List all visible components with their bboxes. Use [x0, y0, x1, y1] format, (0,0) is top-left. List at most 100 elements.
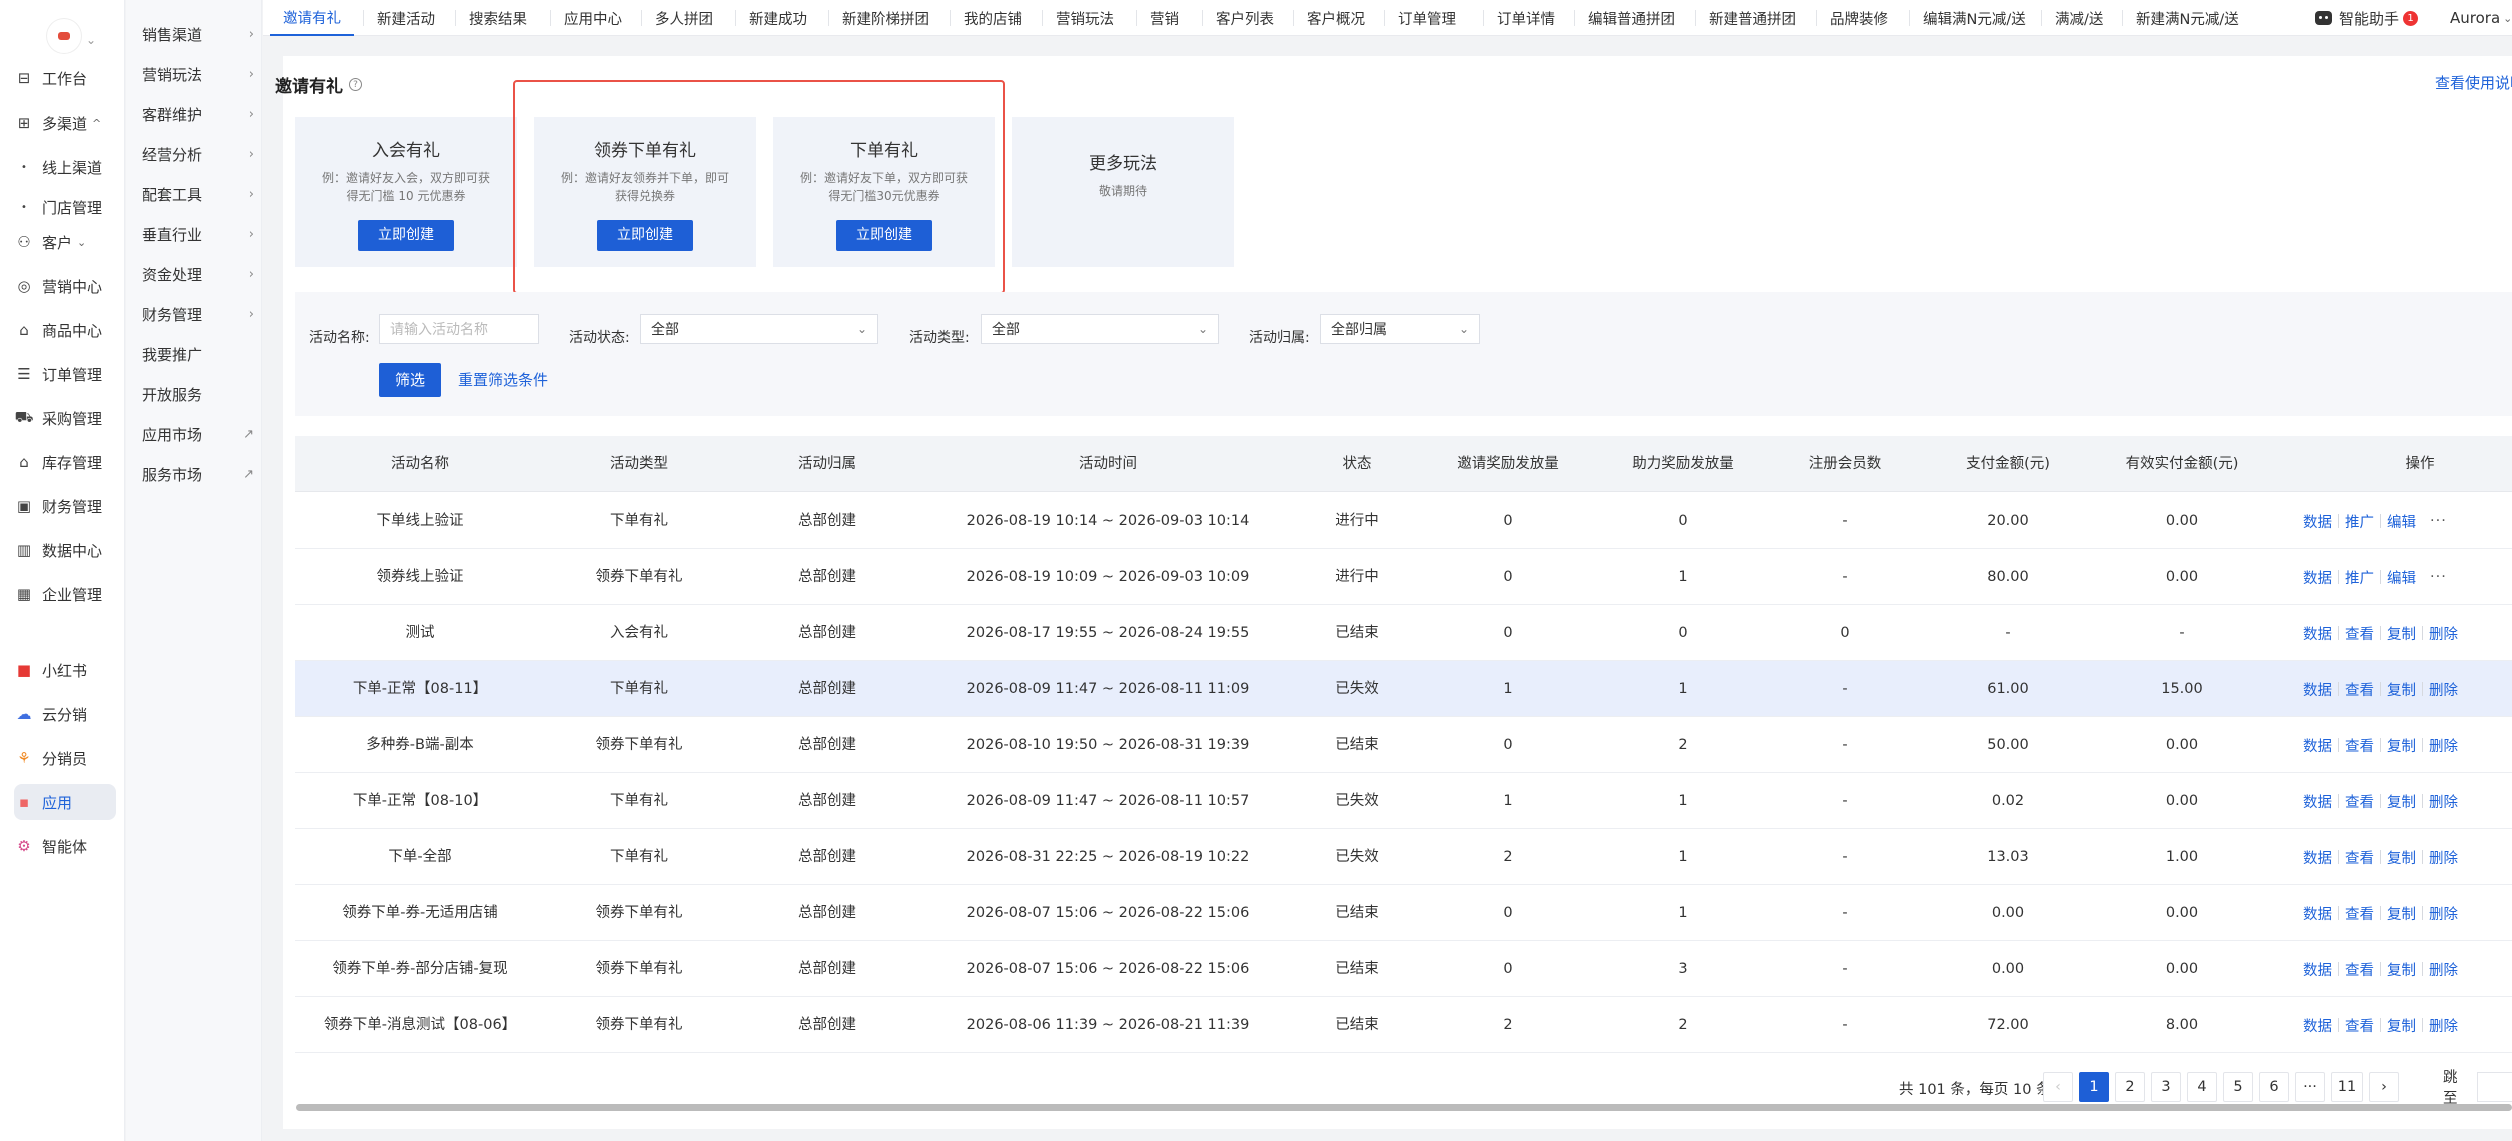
- sidebar-item-12[interactable]: ▦ 企业管理: [14, 576, 116, 612]
- action-3[interactable]: 删除: [2429, 735, 2458, 756]
- subnav-item-10[interactable]: 应用市场 ↗: [142, 416, 254, 452]
- assistant-button[interactable]: 智能助手 1: [2315, 0, 2419, 36]
- action-3[interactable]: 删除: [2429, 847, 2458, 868]
- action-3[interactable]: 删除: [2429, 679, 2458, 700]
- more-actions-icon[interactable]: ···: [2430, 569, 2447, 585]
- action-1[interactable]: 查看: [2345, 959, 2374, 980]
- action-2[interactable]: 复制: [2387, 679, 2416, 700]
- sidebar-item-15[interactable]: ⚘ 分销员: [14, 740, 116, 776]
- tab-3[interactable]: 应用中心: [551, 0, 635, 36]
- subnav-item-8[interactable]: 我要推广: [142, 336, 254, 372]
- subnav-item-2[interactable]: 客群维护 ›: [142, 96, 254, 132]
- action-2[interactable]: 编辑: [2387, 567, 2416, 588]
- action-0[interactable]: 数据: [2303, 623, 2332, 644]
- tab-1[interactable]: 新建活动: [364, 0, 448, 36]
- sidebar-item-9[interactable]: ⌂ 库存管理: [14, 444, 116, 480]
- jump-page-input[interactable]: [2476, 1072, 2512, 1102]
- page-button-1[interactable]: 1: [2079, 1072, 2109, 1102]
- page-button-6[interactable]: 6: [2259, 1072, 2289, 1102]
- action-0[interactable]: 数据: [2303, 511, 2332, 532]
- tab-18[interactable]: 满减/送: [2042, 0, 2116, 36]
- sidebar-item-7[interactable]: ☰ 订单管理: [14, 356, 116, 392]
- action-3[interactable]: 删除: [2429, 623, 2458, 644]
- action-1[interactable]: 查看: [2345, 847, 2374, 868]
- subnav-item-6[interactable]: 资金处理 ›: [142, 256, 254, 292]
- tab-19[interactable]: 新建满N元减/送: [2123, 0, 2252, 36]
- subnav-item-4[interactable]: 配套工具 ›: [142, 176, 254, 212]
- next-page-button[interactable]: ›: [2369, 1072, 2399, 1102]
- action-0[interactable]: 数据: [2303, 567, 2332, 588]
- action-1[interactable]: 查看: [2345, 735, 2374, 756]
- subnav-item-7[interactable]: 财务管理 ›: [142, 296, 254, 332]
- sidebar-item-1[interactable]: ⊞ 多渠道 ^: [14, 105, 116, 141]
- tab-2[interactable]: 搜索结果: [456, 0, 540, 36]
- action-2[interactable]: 复制: [2387, 959, 2416, 980]
- action-3[interactable]: 删除: [2429, 959, 2458, 980]
- tab-0[interactable]: 邀请有礼: [270, 0, 354, 36]
- action-2[interactable]: 复制: [2387, 1015, 2416, 1036]
- action-3[interactable]: 删除: [2429, 1015, 2458, 1036]
- page-button-4[interactable]: 4: [2187, 1072, 2217, 1102]
- tab-16[interactable]: 品牌装修: [1817, 0, 1901, 36]
- tab-5[interactable]: 新建成功: [736, 0, 820, 36]
- action-1[interactable]: 推广: [2345, 567, 2374, 588]
- tab-6[interactable]: 新建阶梯拼团: [829, 0, 942, 36]
- action-0[interactable]: 数据: [2303, 959, 2332, 980]
- action-1[interactable]: 查看: [2345, 1015, 2374, 1036]
- action-2[interactable]: 复制: [2387, 903, 2416, 924]
- tab-10[interactable]: 客户列表: [1203, 0, 1287, 36]
- sidebar-item-2[interactable]: • 线上渠道: [14, 149, 116, 185]
- subnav-item-5[interactable]: 垂直行业 ›: [142, 216, 254, 252]
- action-3[interactable]: 删除: [2429, 791, 2458, 812]
- horizontal-scrollbar[interactable]: [296, 1104, 2512, 1111]
- sidebar-item-3[interactable]: • 门店管理: [14, 189, 116, 225]
- action-0[interactable]: 数据: [2303, 735, 2332, 756]
- action-2[interactable]: 复制: [2387, 847, 2416, 868]
- sidebar-item-5[interactable]: ◎ 营销中心: [14, 268, 116, 304]
- subnav-item-9[interactable]: 开放服务: [142, 376, 254, 412]
- filter-button[interactable]: 筛选: [379, 363, 441, 397]
- tab-17[interactable]: 编辑满N元减/送: [1910, 0, 2039, 36]
- sidebar-item-17[interactable]: ⚙ 智能体: [14, 828, 116, 864]
- status-select[interactable]: 全部 ⌄: [640, 314, 878, 344]
- help-icon[interactable]: ?: [349, 78, 362, 91]
- tab-13[interactable]: 订单详情: [1484, 0, 1568, 36]
- action-0[interactable]: 数据: [2303, 1015, 2332, 1036]
- owner-select[interactable]: 全部归属 ⌄: [1320, 314, 1480, 344]
- subnav-item-11[interactable]: 服务市场 ↗: [142, 456, 254, 492]
- reset-filters-link[interactable]: 重置筛选条件: [458, 369, 548, 390]
- action-3[interactable]: 删除: [2429, 903, 2458, 924]
- action-1[interactable]: 查看: [2345, 623, 2374, 644]
- pagination-ellipsis[interactable]: ···: [2295, 1072, 2325, 1102]
- page-button-3[interactable]: 3: [2151, 1072, 2181, 1102]
- tab-4[interactable]: 多人拼团: [642, 0, 726, 36]
- tab-7[interactable]: 我的店铺: [951, 0, 1035, 36]
- type-select[interactable]: 全部 ⌄: [981, 314, 1219, 344]
- prev-page-button[interactable]: ‹: [2043, 1072, 2073, 1102]
- usage-guide-link[interactable]: 查看使用说明: [2435, 72, 2512, 93]
- tab-15[interactable]: 新建普通拼团: [1696, 0, 1809, 36]
- action-0[interactable]: 数据: [2303, 791, 2332, 812]
- more-actions-icon[interactable]: ···: [2430, 513, 2447, 529]
- user-menu[interactable]: Aurora ⌄: [2450, 0, 2512, 36]
- store-logo[interactable]: [46, 18, 82, 54]
- tab-9[interactable]: 营销: [1137, 0, 1192, 36]
- subnav-item-0[interactable]: 销售渠道 ›: [142, 16, 254, 52]
- page-button-2[interactable]: 2: [2115, 1072, 2145, 1102]
- sidebar-item-14[interactable]: ☁ 云分销: [14, 696, 116, 732]
- sidebar-item-11[interactable]: ▥ 数据中心: [14, 532, 116, 568]
- sidebar-item-13[interactable]: ■ 小红书: [14, 652, 116, 688]
- store-switch-chevron-icon[interactable]: ⌄: [86, 33, 96, 47]
- sidebar-item-6[interactable]: ⌂ 商品中心: [14, 312, 116, 348]
- sidebar-item-8[interactable]: ⛟ 采购管理: [14, 400, 116, 436]
- tab-12[interactable]: 订单管理: [1385, 0, 1469, 36]
- activity-name-input[interactable]: 请输入活动名称: [379, 314, 539, 344]
- subnav-item-3[interactable]: 经营分析 ›: [142, 136, 254, 172]
- action-0[interactable]: 数据: [2303, 679, 2332, 700]
- subnav-item-1[interactable]: 营销玩法 ›: [142, 56, 254, 92]
- tab-11[interactable]: 客户概况: [1294, 0, 1378, 36]
- action-1[interactable]: 查看: [2345, 679, 2374, 700]
- action-2[interactable]: 复制: [2387, 735, 2416, 756]
- tab-8[interactable]: 营销玩法: [1043, 0, 1127, 36]
- page-button-5[interactable]: 5: [2223, 1072, 2253, 1102]
